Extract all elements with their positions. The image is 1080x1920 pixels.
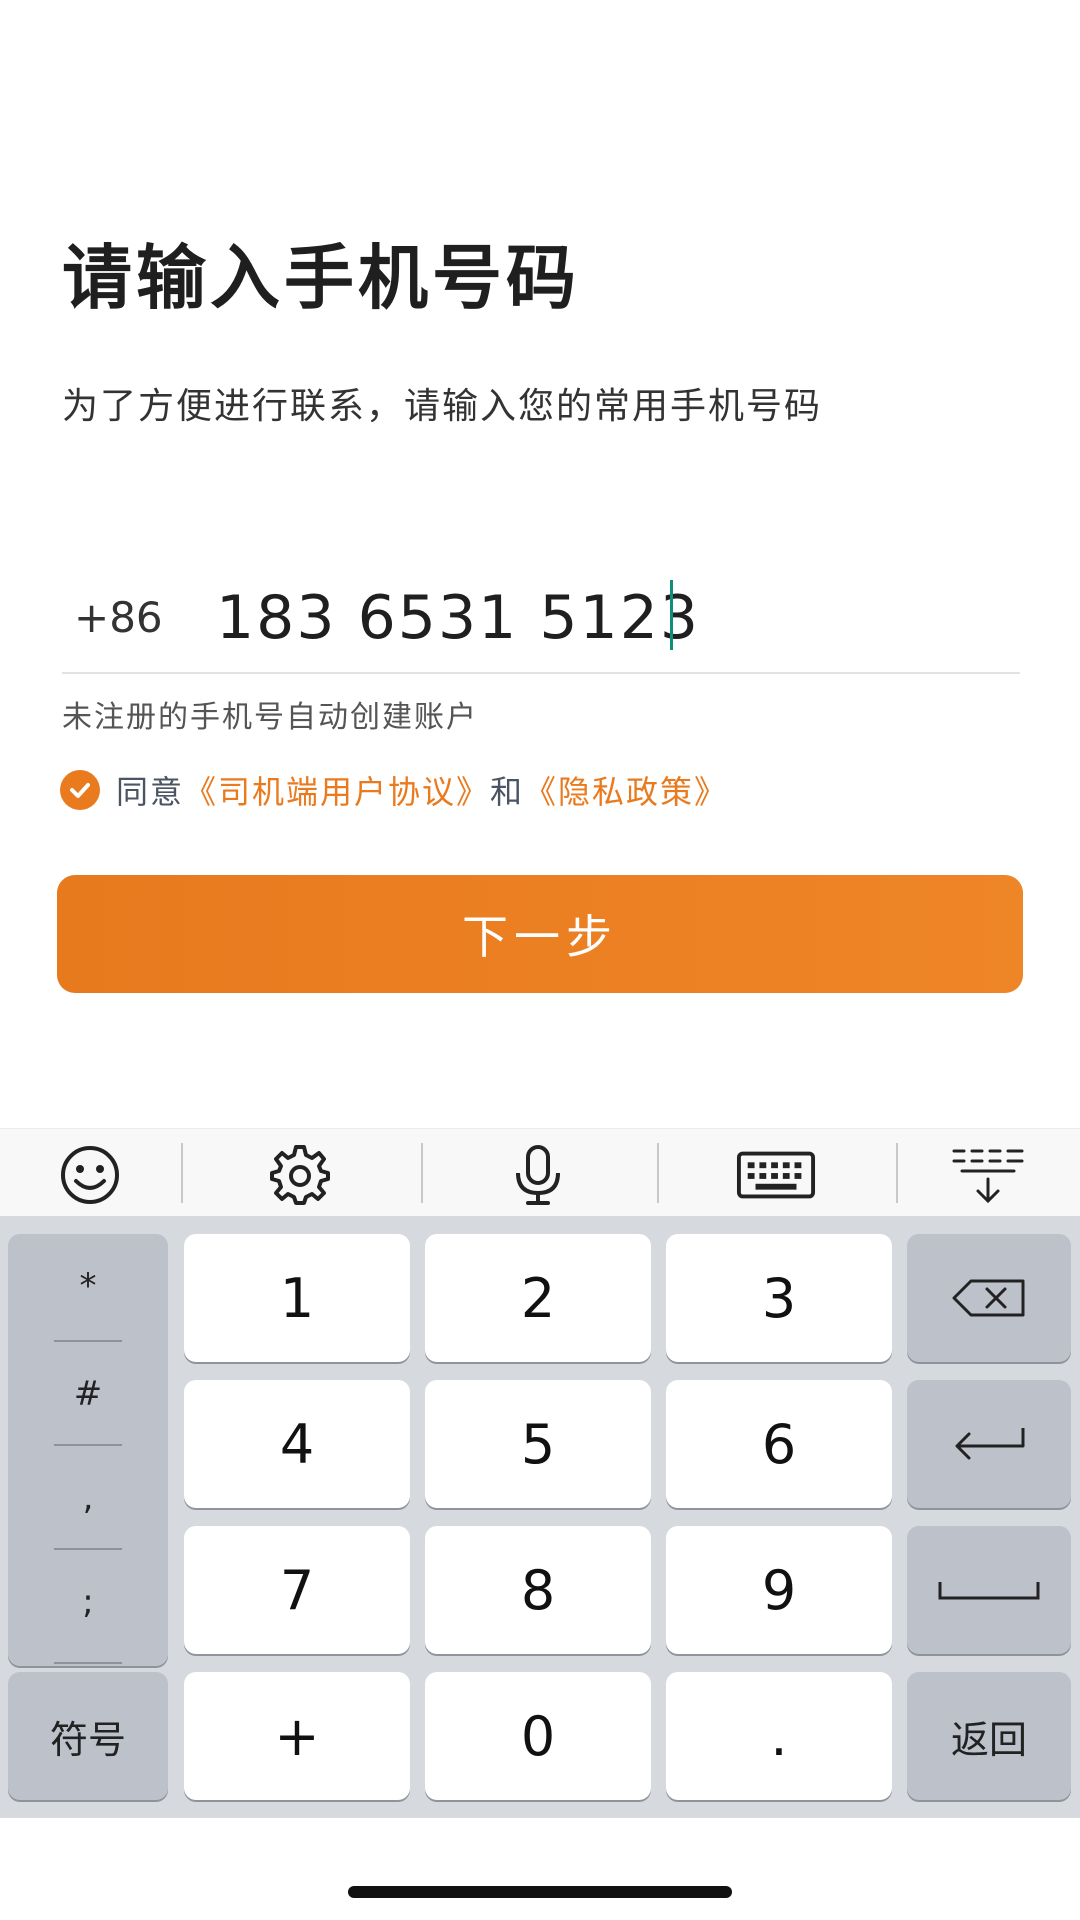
key-7[interactable]: 7 (184, 1526, 410, 1654)
symbol-column: * # , ; (8, 1234, 168, 1666)
check-icon (70, 783, 90, 798)
enter-key[interactable] (907, 1380, 1071, 1508)
key-8[interactable]: 8 (425, 1526, 651, 1654)
symbol-switch-key[interactable]: 符号 (8, 1672, 168, 1800)
toolbar-divider (896, 1143, 898, 1203)
key-3[interactable]: 3 (666, 1234, 892, 1362)
home-indicator[interactable] (348, 1886, 732, 1898)
phone-input[interactable]: 183 6531 5123 (216, 578, 700, 658)
key-dot[interactable]: . (666, 1672, 892, 1800)
keyboard-switch-button[interactable] (736, 1143, 816, 1207)
privacy-policy-link[interactable]: 《隐私政策》 (524, 767, 728, 813)
toolbar-divider (657, 1143, 659, 1203)
hide-keyboard-icon (952, 1149, 1024, 1204)
phone-login-screen: 请输入手机号码 为了方便进行联系，请输入您的常用手机号码 +86 183 653… (0, 0, 1080, 1920)
page-title: 请输入手机号码 (62, 237, 580, 319)
enter-icon (955, 1428, 1025, 1460)
voice-input-button[interactable] (498, 1143, 578, 1207)
space-icon (938, 1582, 1040, 1600)
agree-and: 和 (490, 773, 525, 811)
symbol-divider (54, 1662, 122, 1664)
keyboard-toolbar (0, 1128, 1080, 1217)
key-1[interactable]: 1 (184, 1234, 410, 1362)
key-5[interactable]: 5 (425, 1380, 651, 1508)
toolbar-divider (421, 1143, 423, 1203)
settings-button[interactable] (260, 1143, 340, 1207)
emoji-icon (61, 1146, 119, 1204)
driver-agreement-link[interactable]: 《司机端用户协议》 (184, 767, 490, 813)
keyboard-icon (736, 1151, 816, 1199)
hide-keyboard-button[interactable] (948, 1143, 1028, 1207)
next-step-button[interactable]: 下一步 (57, 875, 1023, 993)
agreement-row: 同意 《司机端用户协议》 和 《隐私政策》 (60, 768, 728, 812)
agree-prefix: 同意 (116, 773, 185, 811)
key-semicolon[interactable]: ; (8, 1550, 168, 1654)
toolbar-divider (181, 1143, 183, 1203)
numeric-keyboard: * # , ; 1 2 3 4 5 6 7 8 9 符号 + 0 . 返回 (0, 1216, 1080, 1818)
key-plus[interactable]: + (184, 1672, 410, 1800)
text-caret (670, 580, 673, 650)
key-asterisk[interactable]: * (8, 1234, 168, 1338)
gear-icon (270, 1145, 330, 1205)
country-code[interactable]: +86 (74, 590, 163, 646)
key-4[interactable]: 4 (184, 1380, 410, 1508)
key-comma[interactable]: , (8, 1446, 168, 1550)
emoji-button[interactable] (50, 1143, 130, 1207)
page-subtitle: 为了方便进行联系，请输入您的常用手机号码 (62, 386, 823, 427)
microphone-icon (516, 1145, 560, 1205)
key-9[interactable]: 9 (666, 1526, 892, 1654)
space-key[interactable] (907, 1526, 1071, 1654)
agree-checkbox[interactable] (60, 770, 100, 810)
backspace-key[interactable] (907, 1234, 1071, 1362)
key-6[interactable]: 6 (666, 1380, 892, 1508)
auto-register-hint: 未注册的手机号自动创建账户 (62, 700, 478, 735)
backspace-icon (952, 1279, 1025, 1317)
key-hash[interactable]: # (8, 1342, 168, 1446)
key-0[interactable]: 0 (425, 1672, 651, 1800)
key-2[interactable]: 2 (425, 1234, 651, 1362)
return-key[interactable]: 返回 (907, 1672, 1071, 1800)
phone-input-row[interactable]: +86 183 6531 5123 (62, 572, 1020, 674)
